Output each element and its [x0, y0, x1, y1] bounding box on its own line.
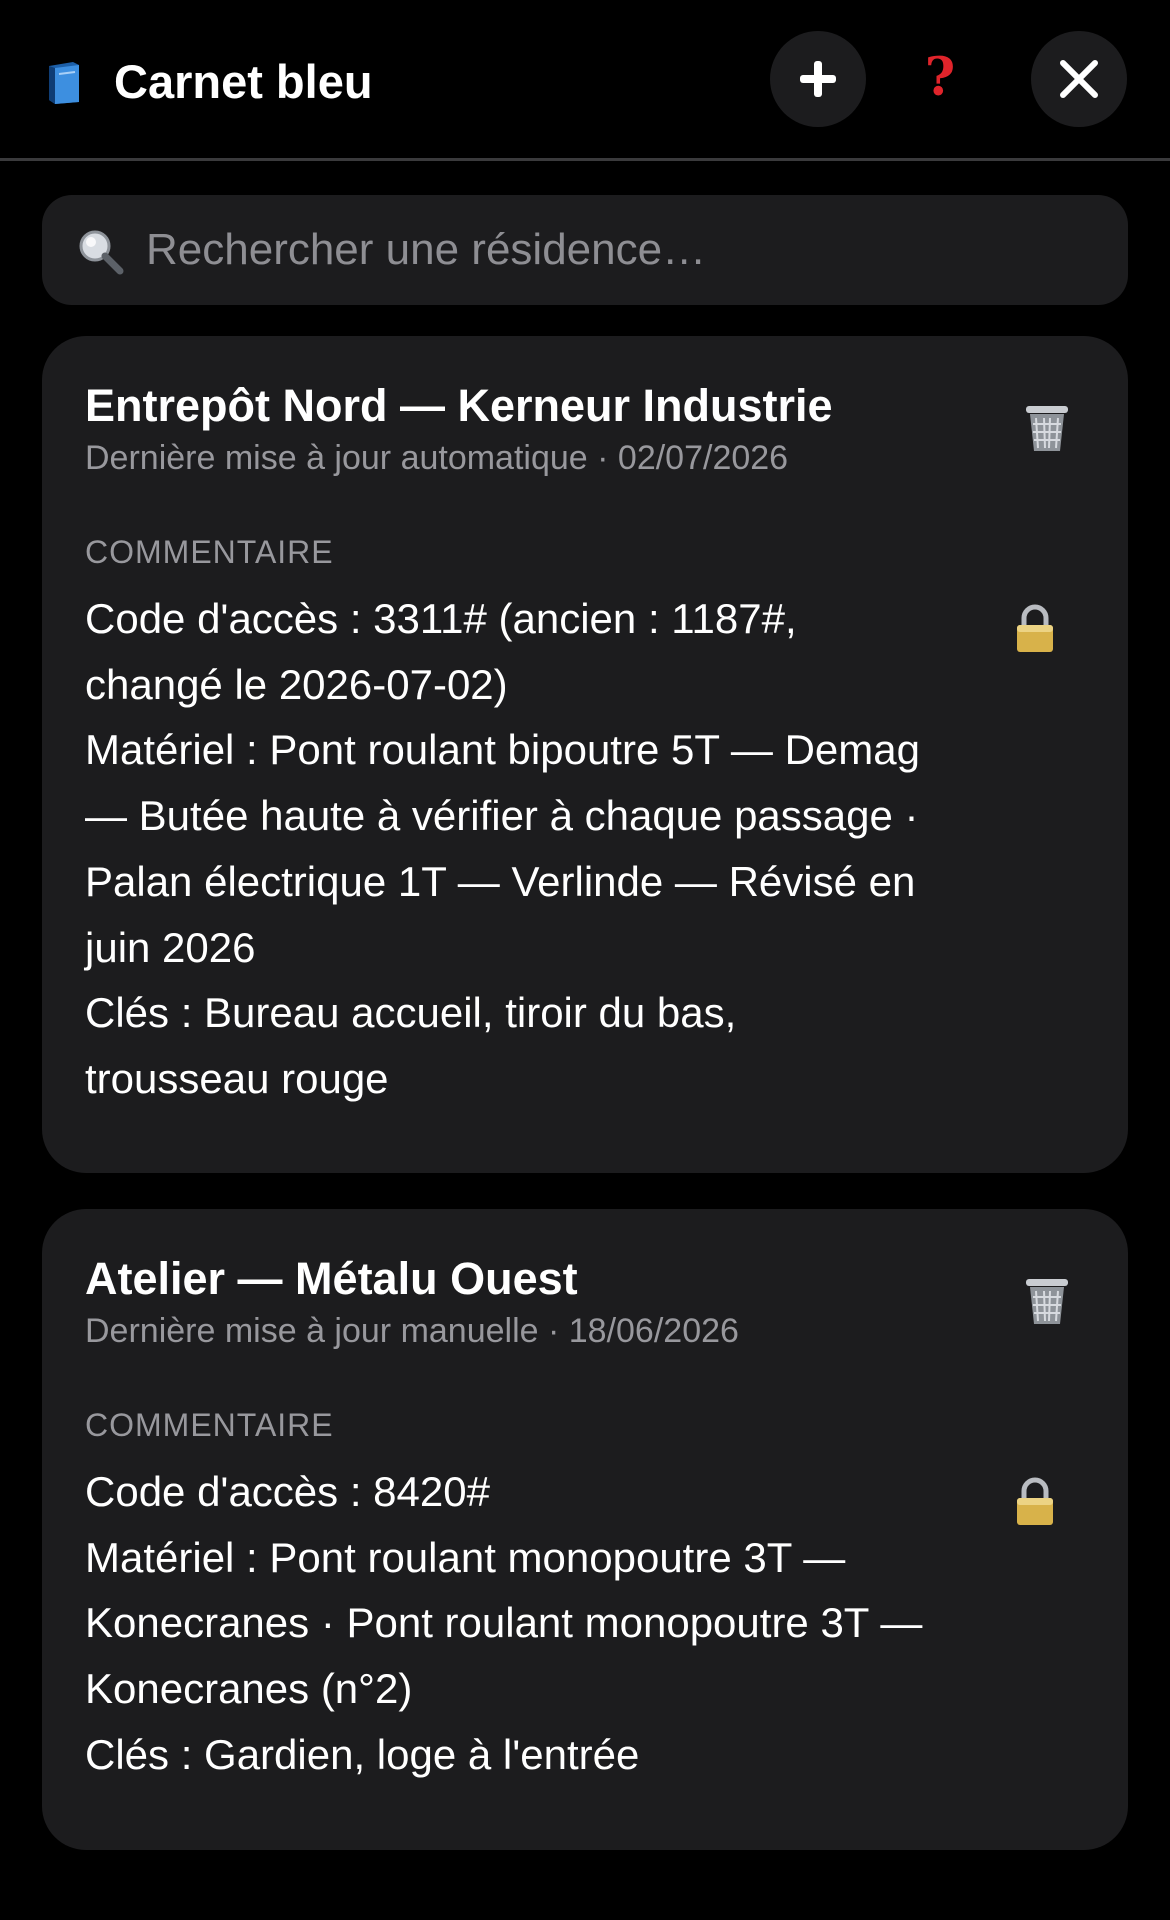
comment-section-label: COMMENTAIRE [85, 1407, 334, 1443]
close-button[interactable] [1031, 31, 1127, 127]
trash-icon[interactable] [1022, 1275, 1072, 1327]
residence-title: Entrepôt Nord — Kerneur Industrie [85, 380, 833, 431]
comment-line: changé le 2026-07-02) [85, 660, 508, 708]
lock-icon[interactable] [1014, 604, 1056, 654]
add-button[interactable] [770, 31, 866, 127]
comment-line: Konecranes (n°2) [85, 1665, 413, 1713]
search-bar [42, 195, 1128, 305]
comment-line: Clés : Gardien, loge à l'entrée [85, 1730, 640, 1778]
comment-line: Code d'accès : 3311# (ancien : 1187#, [85, 595, 797, 642]
comment-line: Code d'accès : 8420# [85, 1468, 490, 1515]
blue-book-icon [49, 62, 79, 104]
trash-icon[interactable] [1022, 402, 1072, 454]
comment-line: — Butée haute à vérifier à chaque passag… [85, 792, 919, 840]
app-title: Carnet bleu [114, 55, 373, 108]
comment-line: Konecranes · Pont roulant monopoutre 3T … [85, 1599, 923, 1647]
comment-line: Clés : Bureau accueil, tiroir du bas, [85, 989, 737, 1037]
comment-line: Matériel : Pont roulant monopoutre 3T — [85, 1533, 846, 1581]
search-input[interactable] [146, 195, 1096, 305]
help-button[interactable]: ? [900, 38, 980, 118]
residence-last-update: Dernière mise à jour automatique · 02/07… [85, 439, 789, 477]
app-header: Carnet bleu ? [0, 0, 1170, 161]
comment-section-label: COMMENTAIRE [85, 534, 334, 570]
question-mark-icon: ? [924, 47, 956, 108]
residence-card[interactable]: Atelier — Métalu Ouest Dernière mise à j… [42, 1209, 1128, 1850]
comment-line: juin 2026 [85, 923, 256, 971]
comment-text: Code d'accès : 8420# Matériel : Pont rou… [85, 1459, 985, 1788]
lock-icon[interactable] [1014, 1477, 1056, 1527]
residence-last-update: Dernière mise à jour manuelle · 18/06/20… [85, 1312, 739, 1350]
residence-card[interactable]: Entrepôt Nord — Kerneur Industrie Derniè… [42, 336, 1128, 1173]
plus-icon [800, 61, 836, 97]
comment-line: Matériel : Pont roulant bipoutre 5T — De… [85, 726, 920, 774]
comment-line: Palan électrique 1T — Verlinde — Révisé … [85, 857, 916, 905]
residence-title: Atelier — Métalu Ouest [85, 1253, 578, 1304]
close-icon [1060, 60, 1098, 98]
magnifying-glass-icon [79, 230, 124, 275]
comment-text: Code d'accès : 3311# (ancien : 1187#, ch… [85, 586, 985, 1112]
comment-line: trousseau rouge [85, 1054, 389, 1102]
